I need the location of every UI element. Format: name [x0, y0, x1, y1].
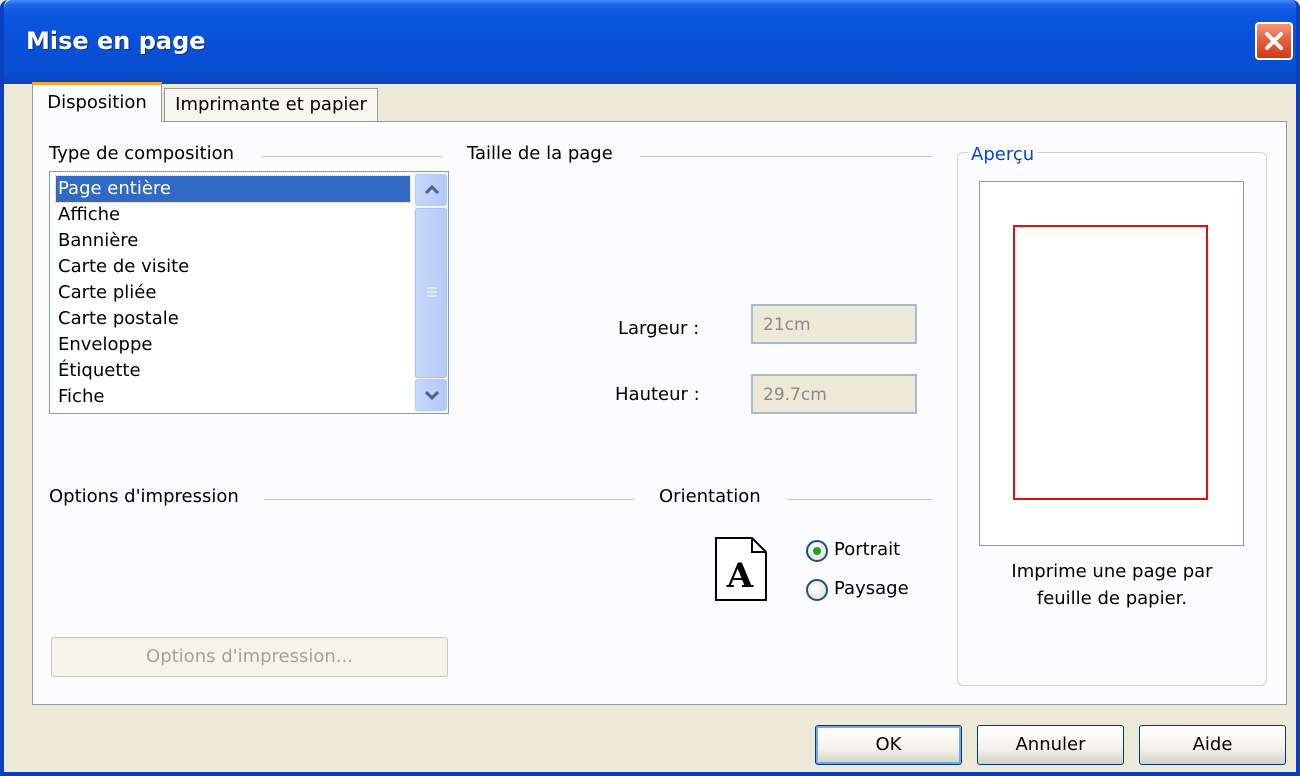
preview-heading: Aperçu: [968, 144, 1038, 165]
separator: [640, 156, 932, 157]
width-field: 21cm: [751, 304, 917, 344]
chevron-down-icon: [424, 390, 440, 401]
page-setup-dialog: Mise en page Disposition Imprimante et p…: [0, 0, 1300, 776]
chevron-up-icon: [424, 184, 440, 195]
separator: [787, 499, 932, 500]
list-item[interactable]: Enveloppe: [56, 332, 410, 358]
list-item[interactable]: Bannière: [56, 228, 410, 254]
list-item[interactable]: Affiche: [56, 202, 410, 228]
portrait-label[interactable]: Portrait: [834, 539, 900, 560]
height-field: 29.7cm: [751, 374, 917, 414]
print-options-button[interactable]: Options d'impression...: [51, 637, 448, 677]
list-item[interactable]: Carte de visite: [56, 254, 410, 280]
preview-printable-area: [1013, 225, 1208, 500]
height-label: Hauteur :: [615, 384, 700, 405]
scroll-down-button[interactable]: [415, 379, 447, 411]
page-size-heading: Taille de la page: [467, 143, 613, 164]
composition-listbox[interactable]: Page entière Affiche Bannière Carte de v…: [49, 171, 449, 414]
width-label: Largeur :: [618, 318, 700, 339]
separator: [264, 499, 634, 500]
landscape-label[interactable]: Paysage: [834, 578, 909, 599]
preview-caption-line: feuille de papier.: [1036, 588, 1188, 609]
list-scrollbar[interactable]: [414, 172, 448, 413]
list-item[interactable]: Page entière: [55, 175, 411, 203]
orientation-icon-letter: A: [726, 556, 754, 596]
orientation-heading: Orientation: [659, 486, 761, 507]
scroll-up-button[interactable]: [415, 174, 447, 206]
scroll-thumb[interactable]: [415, 208, 447, 378]
grip-icon: [427, 287, 437, 297]
portrait-page-icon: A: [715, 537, 767, 601]
composition-heading: Type de composition: [49, 143, 235, 164]
ok-button[interactable]: OK: [815, 725, 962, 765]
list-item[interactable]: Étiquette: [56, 358, 410, 384]
portrait-radio[interactable]: [806, 540, 828, 562]
print-options-heading: Options d'impression: [49, 486, 239, 507]
help-button[interactable]: Aide: [1139, 725, 1286, 765]
preview-caption: Imprime une page par feuille de papier.: [957, 558, 1267, 612]
list-item[interactable]: Carte postale: [56, 306, 410, 332]
preview-page: [979, 181, 1244, 546]
list-item[interactable]: Carte pliée: [56, 280, 410, 306]
cancel-button[interactable]: Annuler: [977, 725, 1124, 765]
separator: [262, 156, 442, 157]
preview-caption-line: Imprime une page par: [1011, 561, 1213, 582]
list-item[interactable]: Fiche: [56, 384, 410, 410]
landscape-radio[interactable]: [806, 579, 828, 601]
